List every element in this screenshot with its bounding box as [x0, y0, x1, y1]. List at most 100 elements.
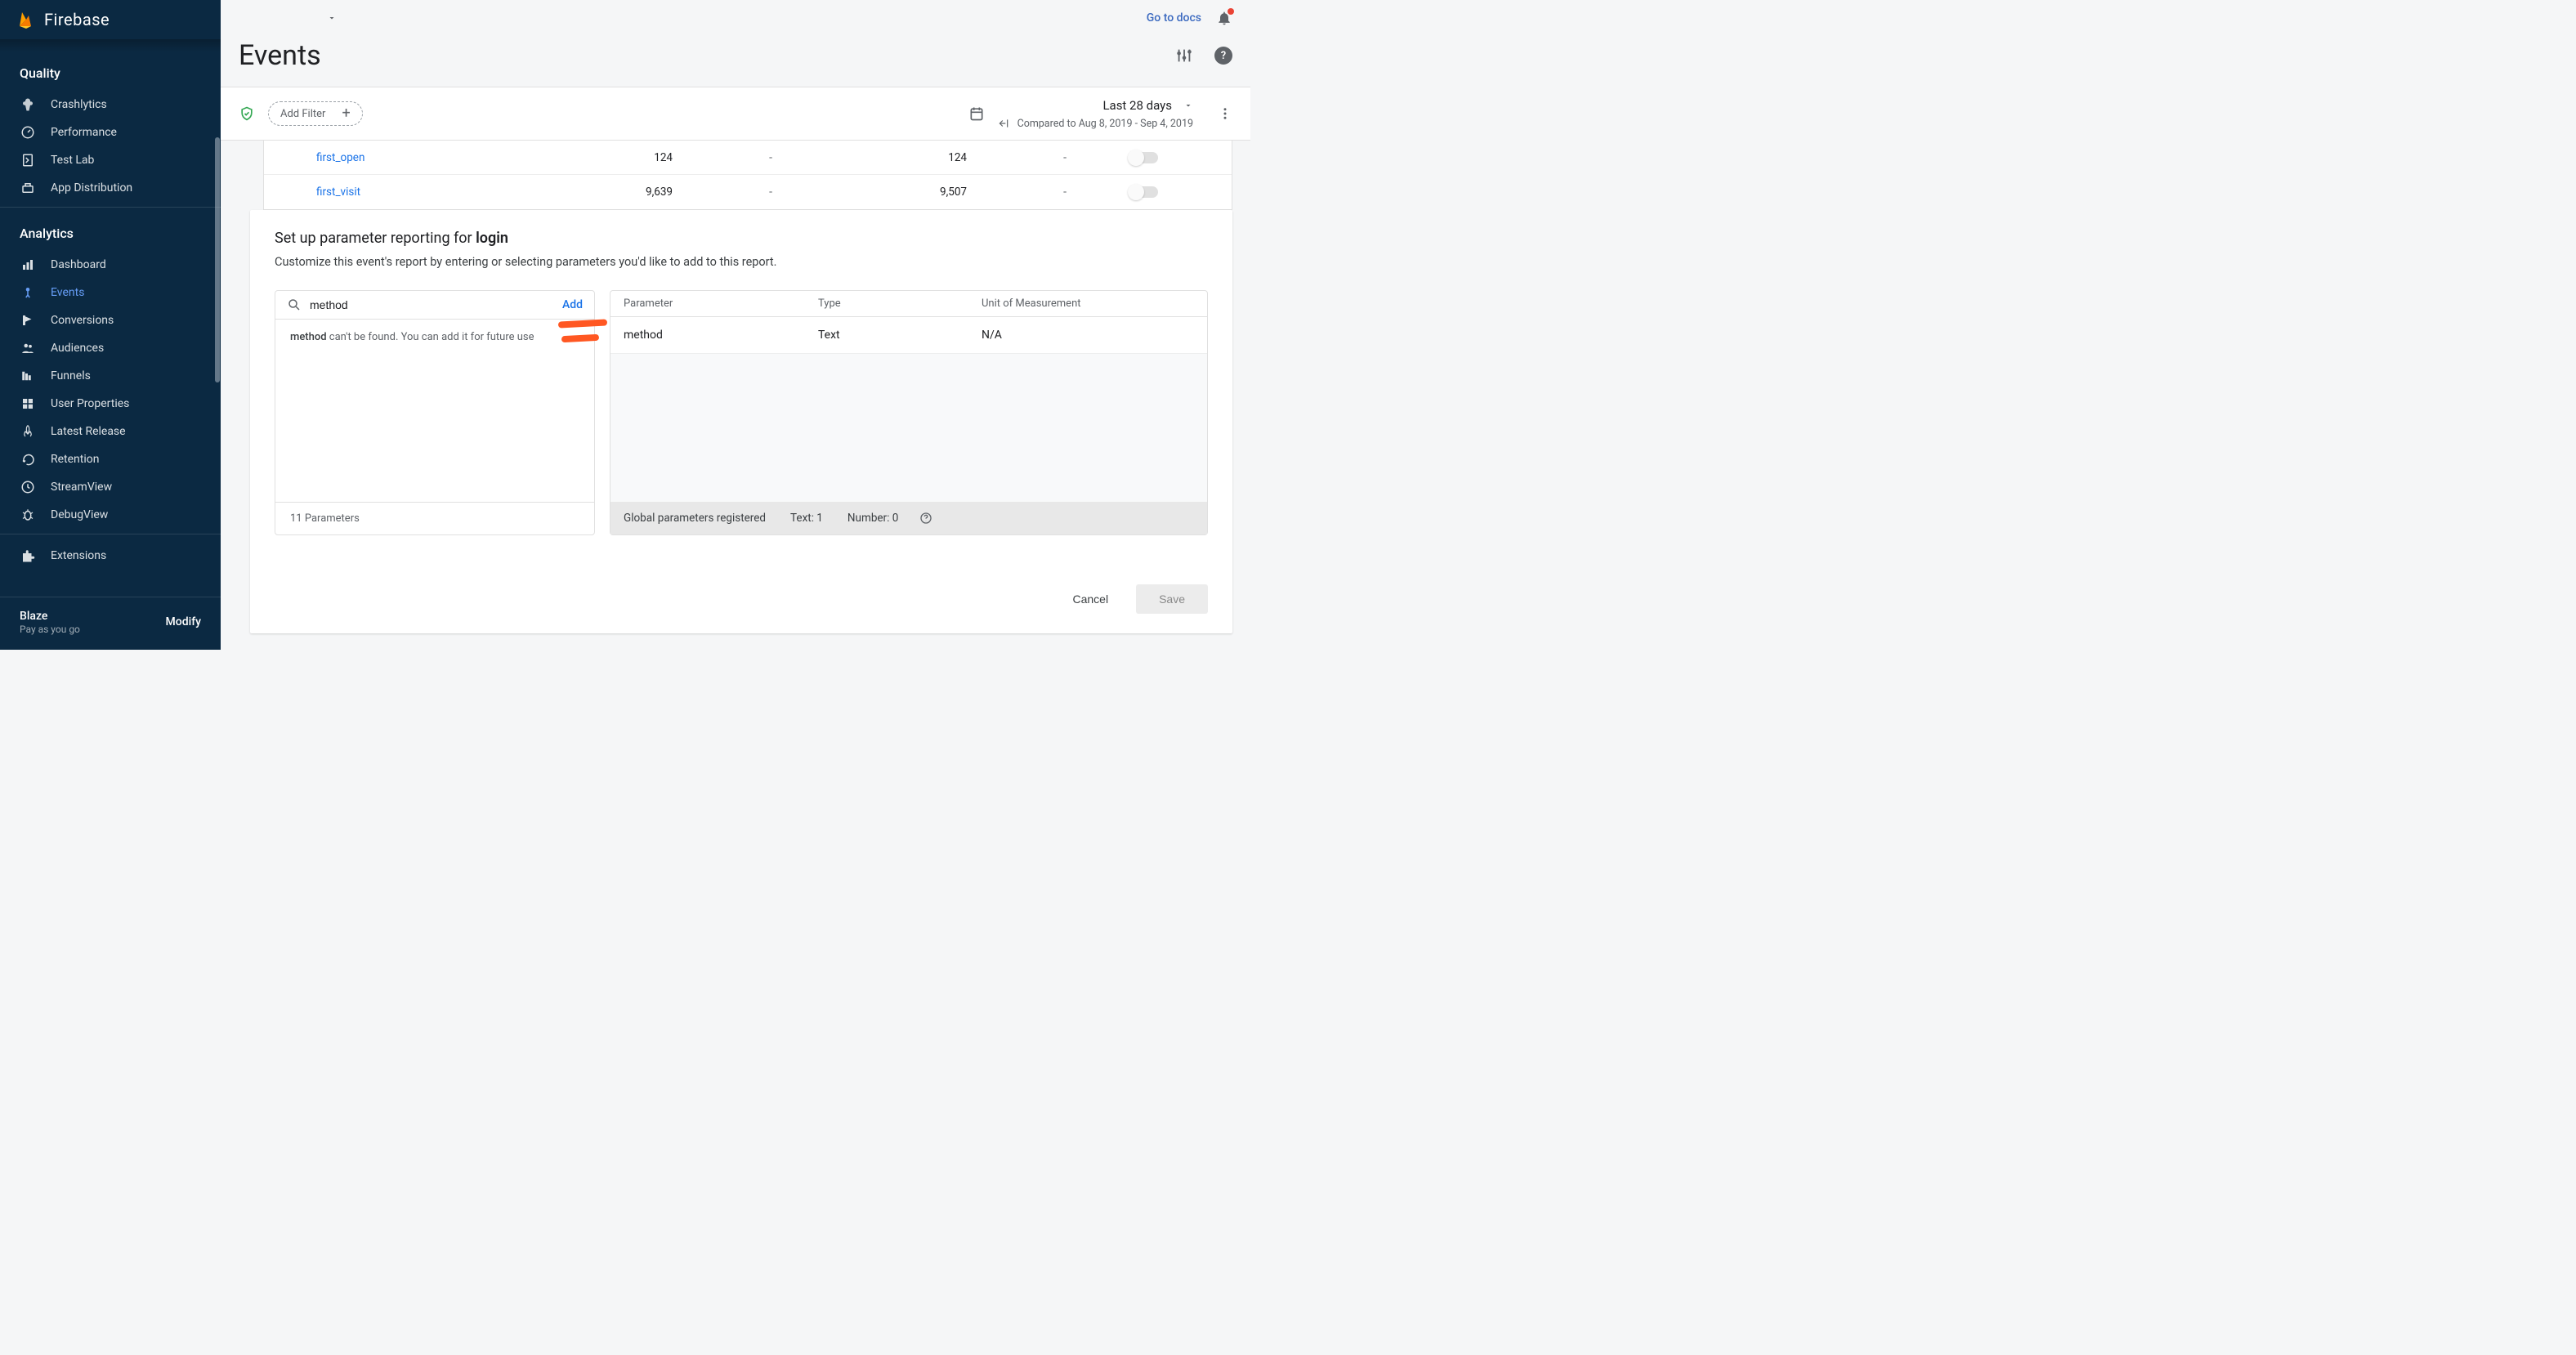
project-dropdown[interactable] [288, 6, 337, 30]
notifications-button[interactable] [1216, 10, 1232, 26]
sidebar-item-userprops[interactable]: User Properties [0, 390, 221, 418]
sidebar-item-latest[interactable]: Latest Release [0, 418, 221, 445]
shield-icon [239, 105, 255, 122]
kebab-icon [1218, 106, 1232, 121]
sidebar-item-debugview[interactable]: DebugView [0, 501, 221, 529]
add-parameter-button[interactable]: Add [562, 298, 583, 311]
params-footer: Global parameters registered Text: 1 Num… [610, 502, 1207, 534]
event-count: 124 [542, 151, 705, 164]
compare-label: Compared to Aug 8, 2019 - Sep 4, 2019 [1017, 118, 1193, 130]
topbar: Go to docs [221, 0, 1250, 36]
sidebar-item-label: App Distribution [51, 181, 132, 195]
event-users: 124 [836, 151, 1000, 164]
sidebar-item-appdist[interactable]: App Distribution [0, 174, 221, 202]
registered-label: Global parameters registered [624, 512, 766, 525]
sidebar-scrollbar[interactable] [215, 137, 220, 382]
sidebar-item-extensions[interactable]: Extensions [0, 539, 221, 572]
compare-range: Compared to Aug 8, 2019 - Sep 4, 2019 [998, 113, 1193, 130]
events-table: first_open 124 - 124 - first_visit 9,639… [263, 141, 1232, 210]
number-count: Number: 0 [847, 512, 898, 525]
plan-sub: Pay as you go [20, 624, 80, 635]
retention-icon [20, 452, 36, 467]
filterbar: Add Filter + Last 28 days Compared to Au… [221, 87, 1250, 141]
event-delta2: - [1000, 186, 1130, 199]
go-to-docs-link[interactable]: Go to docs [1147, 11, 1201, 25]
overflow-menu-button[interactable] [1218, 106, 1232, 121]
sidebar-item-crashlytics[interactable]: Crashlytics [0, 91, 221, 119]
event-toggle[interactable] [1130, 152, 1158, 163]
date-range-label: Last 28 days [1102, 98, 1172, 113]
sidebar-item-label: StreamView [51, 481, 112, 494]
funnels-icon [20, 369, 36, 383]
panel-description: Customize this event's report by enterin… [275, 255, 1208, 269]
parameter-table: Parameter Type Unit of Measurement metho… [610, 290, 1208, 535]
sidebar-item-dashboard[interactable]: Dashboard [0, 251, 221, 279]
sidebar-item-label: Crashlytics [51, 98, 107, 111]
sidebar-item-label: Conversions [51, 314, 114, 327]
page-header: Events ? [221, 36, 1250, 87]
sidebar-item-testlab[interactable]: Test Lab [0, 146, 221, 174]
col-type: Type [818, 297, 982, 310]
plan-name: Blaze [20, 609, 80, 624]
sidebar-item-streamview[interactable]: StreamView [0, 473, 221, 501]
event-link[interactable]: first_visit [264, 186, 542, 199]
sidebar-item-retention[interactable]: Retention [0, 445, 221, 473]
userprops-icon [20, 396, 36, 411]
sidebar-item-performance[interactable]: Performance [0, 119, 221, 146]
help-icon[interactable] [919, 512, 932, 525]
event-count: 9,639 [542, 186, 705, 199]
param-name: method [624, 329, 818, 342]
search-icon [287, 297, 302, 312]
event-users: 9,507 [836, 186, 1000, 199]
debug-icon [20, 508, 36, 522]
question-icon: ? [1221, 50, 1226, 62]
caret-down-icon [327, 13, 337, 23]
date-range-selector[interactable]: Last 28 days [1102, 98, 1193, 113]
sliders-icon [1175, 47, 1193, 65]
event-link[interactable]: first_open [264, 151, 542, 164]
sidebar-item-label: Events [51, 286, 84, 299]
sidebar-item-funnels[interactable]: Funnels [0, 362, 221, 390]
event-toggle[interactable] [1130, 186, 1158, 198]
search-footer: 11 Parameters [275, 502, 594, 534]
events-icon [20, 285, 36, 300]
sidebar-item-conversions[interactable]: Conversions [0, 306, 221, 334]
section-quality[interactable]: Quality [0, 52, 221, 91]
table-row: first_visit 9,639 - 9,507 - [264, 175, 1232, 209]
sidebar-item-label: Performance [51, 126, 117, 139]
sidebar-item-label: Extensions [51, 549, 106, 562]
parameter-panel: Set up parameter reporting for login Cus… [250, 210, 1232, 633]
conversions-icon [20, 313, 36, 328]
help-button[interactable]: ? [1214, 47, 1232, 65]
save-button[interactable]: Save [1136, 584, 1208, 614]
cancel-button[interactable]: Cancel [1056, 584, 1125, 614]
param-unit: N/A [982, 329, 1194, 342]
event-delta: - [705, 151, 836, 164]
sidebar-item-label: Retention [51, 453, 100, 466]
sidebar: Firebase Quality Crashlytics Performance… [0, 0, 221, 650]
sidebar-item-events[interactable]: Events [0, 279, 221, 306]
sidebar-item-label: Test Lab [51, 154, 94, 167]
section-analytics[interactable]: Analytics [0, 212, 221, 251]
param-type: Text [818, 329, 982, 342]
notification-dot [1228, 8, 1234, 15]
settings-button[interactable] [1175, 47, 1193, 65]
col-parameter: Parameter [624, 297, 818, 310]
add-filter-label: Add Filter [280, 108, 325, 120]
dashboard-icon [20, 257, 36, 272]
firebase-logo-icon [16, 10, 36, 29]
event-delta2: - [1000, 151, 1130, 164]
add-filter-button[interactable]: Add Filter + [268, 101, 363, 126]
sidebar-item-label: Latest Release [51, 425, 126, 438]
annotation-marker [558, 319, 607, 328]
sidebar-item-audiences[interactable]: Audiences [0, 334, 221, 362]
sidebar-footer: Blaze Pay as you go Modify [0, 597, 221, 650]
sidebar-header: Firebase [0, 0, 221, 39]
table-row: first_open 124 - 124 - [264, 141, 1232, 175]
panel-title: Set up parameter reporting for login [275, 230, 1208, 247]
parameter-search-input[interactable] [310, 298, 554, 311]
calendar-icon [968, 105, 985, 122]
sidebar-item-label: DebugView [51, 508, 108, 521]
event-delta: - [705, 186, 836, 199]
modify-button[interactable]: Modify [166, 615, 201, 628]
